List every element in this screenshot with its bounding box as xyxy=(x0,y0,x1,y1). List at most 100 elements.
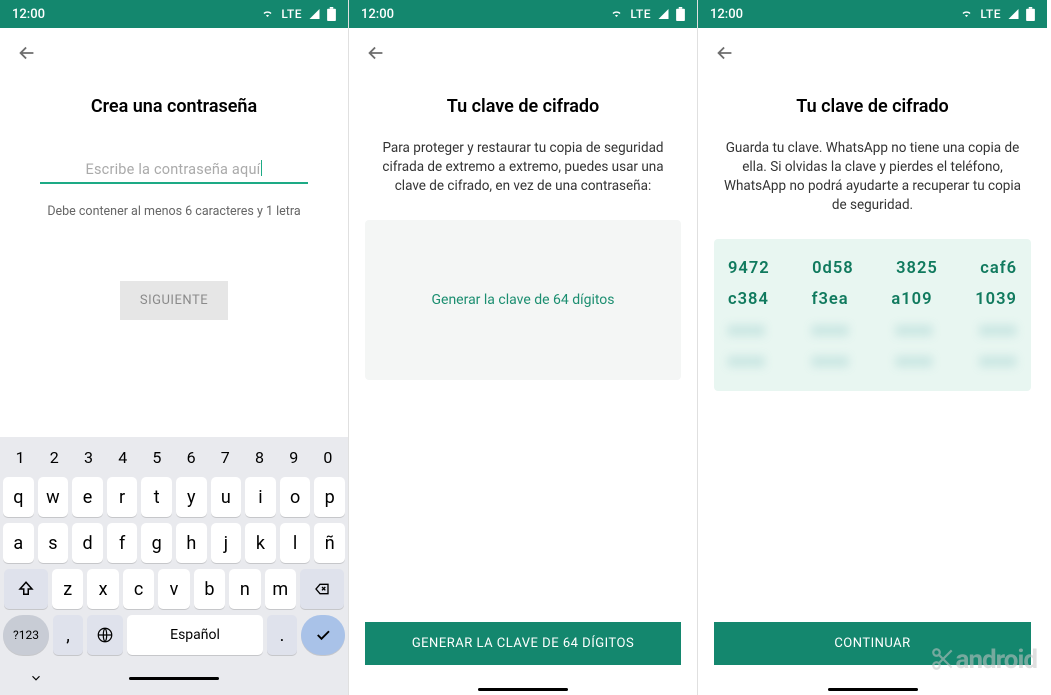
key-group-blurred: xxxx xyxy=(980,352,1017,371)
key-group-blurred: xxxx xyxy=(896,352,933,371)
nav-handle[interactable] xyxy=(828,688,918,691)
key-e[interactable]: e xyxy=(72,477,103,517)
password-placeholder: Escribe la contraseña aquí xyxy=(86,161,263,178)
key-a[interactable]: a xyxy=(3,523,34,563)
status-time: 12:00 xyxy=(361,7,394,22)
check-icon xyxy=(314,626,332,644)
comma-key[interactable]: , xyxy=(53,615,83,655)
key-v[interactable]: v xyxy=(158,569,189,609)
globe-icon xyxy=(96,626,114,644)
key-t[interactable]: t xyxy=(141,477,172,517)
keyboard-row-3: a s d f g h j k l ñ xyxy=(3,523,345,563)
key-u[interactable]: u xyxy=(211,477,242,517)
keyboard-row-2: q w e r t y u i o p xyxy=(3,477,345,517)
back-icon[interactable] xyxy=(714,42,736,64)
key-h[interactable]: h xyxy=(176,523,207,563)
key-r[interactable]: r xyxy=(107,477,138,517)
status-net: LTE xyxy=(281,7,302,21)
signal-icon xyxy=(657,8,670,20)
generate-button[interactable]: GENERAR LA CLAVE DE 64 DÍGITOS xyxy=(365,622,681,665)
key-y[interactable]: y xyxy=(176,477,207,517)
nav-handle[interactable] xyxy=(129,677,219,680)
spacebar-key[interactable]: Español xyxy=(127,615,263,655)
password-input[interactable]: Escribe la contraseña aquí xyxy=(40,159,308,184)
password-hint: Debe contener al menos 6 caracteres y 1 … xyxy=(0,204,348,219)
key-7[interactable]: 7 xyxy=(208,443,242,471)
screen-create-password: 12:00 LTE Crea una contraseña Escribe la… xyxy=(0,0,349,695)
key-d[interactable]: d xyxy=(72,523,103,563)
key-q[interactable]: q xyxy=(3,477,34,517)
key-z[interactable]: z xyxy=(52,569,83,609)
key-f[interactable]: f xyxy=(107,523,138,563)
key-group: caf6 xyxy=(980,259,1017,278)
key-g[interactable]: g xyxy=(141,523,172,563)
dot-key[interactable]: . xyxy=(267,615,297,655)
key-group: 3825 xyxy=(896,259,938,278)
chevron-down-icon[interactable] xyxy=(29,671,43,685)
keyboard-row-5: ?123 , Español . xyxy=(3,615,345,655)
key-b[interactable]: b xyxy=(194,569,225,609)
battery-icon xyxy=(676,7,685,21)
wifi-icon xyxy=(959,8,974,20)
key-9[interactable]: 9 xyxy=(277,443,311,471)
screen-generate-key: 12:00 LTE Tu clave de cifrado Para prote… xyxy=(349,0,698,695)
key-4[interactable]: 4 xyxy=(106,443,140,471)
key-l[interactable]: l xyxy=(280,523,311,563)
backspace-key[interactable] xyxy=(300,569,344,609)
screen-show-key: 12:00 LTE Tu clave de cifrado Guarda tu … xyxy=(698,0,1047,695)
key-group-blurred: xxxx xyxy=(896,321,933,340)
key-group: a109 xyxy=(891,290,932,309)
key-8[interactable]: 8 xyxy=(242,443,276,471)
status-net: LTE xyxy=(630,7,651,21)
key-line-2: c384 f3ea a109 1039 xyxy=(728,290,1017,309)
battery-icon xyxy=(1026,7,1035,21)
back-icon[interactable] xyxy=(365,42,387,64)
key-j[interactable]: j xyxy=(211,523,242,563)
key-n[interactable]: n xyxy=(229,569,260,609)
enter-key[interactable] xyxy=(301,615,345,655)
nav-bar xyxy=(3,661,345,695)
status-net: LTE xyxy=(980,7,1001,21)
key-0[interactable]: 0 xyxy=(311,443,345,471)
key-s[interactable]: s xyxy=(38,523,69,563)
nav-handle[interactable] xyxy=(478,688,568,691)
key-1[interactable]: 1 xyxy=(3,443,37,471)
key-5[interactable]: 5 xyxy=(140,443,174,471)
globe-key[interactable] xyxy=(87,615,123,655)
page-title: Tu clave de cifrado xyxy=(349,96,697,117)
key-c[interactable]: c xyxy=(123,569,154,609)
back-icon[interactable] xyxy=(16,42,38,64)
key-k[interactable]: k xyxy=(245,523,276,563)
key-3[interactable]: 3 xyxy=(71,443,105,471)
key-group-blurred: xxxx xyxy=(728,352,765,371)
status-bar: 12:00 LTE xyxy=(0,0,348,28)
signal-icon xyxy=(308,8,321,20)
status-icons: LTE xyxy=(260,7,336,21)
key-w[interactable]: w xyxy=(38,477,69,517)
key-6[interactable]: 6 xyxy=(174,443,208,471)
page-description: Guarda tu clave. WhatsApp no tiene una c… xyxy=(698,139,1047,215)
key-o[interactable]: o xyxy=(280,477,311,517)
key-m[interactable]: m xyxy=(265,569,296,609)
generate-key-box[interactable]: Generar la clave de 64 dígitos xyxy=(365,220,681,380)
key-group-blurred: xxxx xyxy=(812,352,849,371)
key-line-3: xxxx xxxx xxxx xxxx xyxy=(728,321,1017,340)
key-x[interactable]: x xyxy=(87,569,118,609)
encryption-key-box: 9472 0d58 3825 caf6 c384 f3ea a109 1039 … xyxy=(714,239,1031,391)
key-i[interactable]: i xyxy=(245,477,276,517)
next-button[interactable]: SIGUIENTE xyxy=(120,281,228,320)
key-group: c384 xyxy=(728,290,769,309)
status-icons: LTE xyxy=(609,7,685,21)
key-2[interactable]: 2 xyxy=(37,443,71,471)
symbols-key[interactable]: ?123 xyxy=(3,615,49,655)
signal-icon xyxy=(1007,8,1020,20)
continue-button[interactable]: CONTINUAR xyxy=(714,622,1031,665)
shift-key[interactable] xyxy=(4,569,48,609)
key-group-blurred: xxxx xyxy=(980,321,1017,340)
key-group: 1039 xyxy=(975,290,1017,309)
key-enye[interactable]: ñ xyxy=(314,523,345,563)
key-p[interactable]: p xyxy=(314,477,345,517)
shift-icon xyxy=(17,580,35,598)
page-title: Tu clave de cifrado xyxy=(698,96,1047,117)
key-group: 0d58 xyxy=(812,259,854,278)
